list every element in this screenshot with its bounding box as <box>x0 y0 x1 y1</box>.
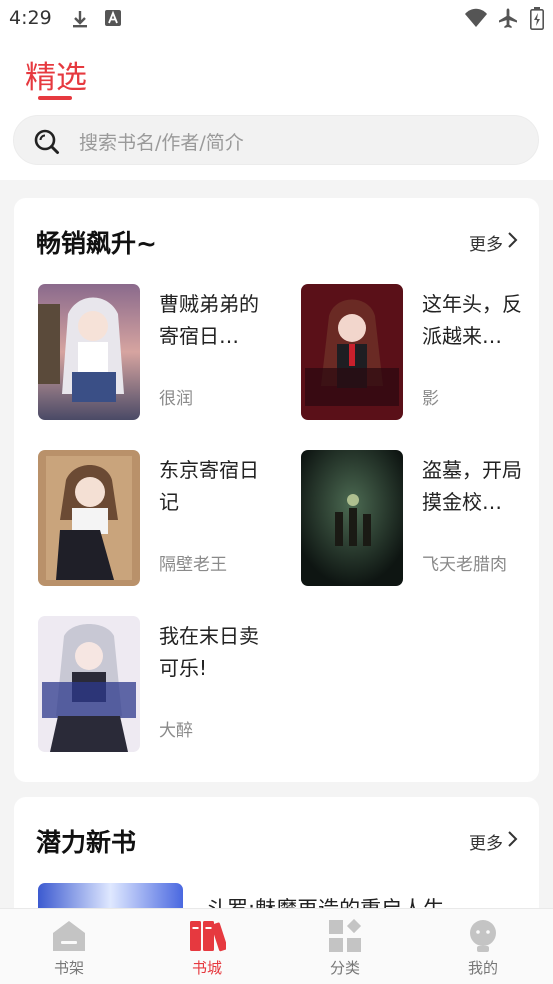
book-author: 大醉 <box>159 721 193 741</box>
book-author: 影 <box>422 389 439 409</box>
nav-label: 我的 <box>467 959 498 977</box>
chevron-right-icon <box>505 231 519 254</box>
book-cover[interactable] <box>38 284 140 420</box>
bookstore-icon <box>188 919 228 957</box>
profile-icon <box>468 919 498 957</box>
tab-featured[interactable]: 精选 <box>25 52 87 97</box>
status-bar: 4:29 <box>0 0 553 38</box>
book-title: 这年头，反派越来… <box>422 292 522 348</box>
chevron-right-icon <box>505 830 519 853</box>
book-title: 东京寄宿日记 <box>159 458 259 514</box>
nav-profile[interactable]: 我的 <box>414 909 552 984</box>
tab-indicator <box>38 96 72 100</box>
book-author: 很润 <box>159 389 193 409</box>
download-icon <box>70 9 90 33</box>
book-item[interactable]: 东京寄宿日记 隔壁老王 <box>38 450 278 586</box>
section-title: 潜力新书 <box>36 828 137 857</box>
book-item[interactable]: 盗墓，开局摸金校… 飞天老腊肉 <box>301 450 541 586</box>
book-item[interactable]: 我在末日卖可乐! 大醉 <box>38 616 278 752</box>
nav-bookstore[interactable]: 书城 <box>138 909 276 984</box>
status-time: 4:29 <box>9 7 52 29</box>
section-title: 畅销飙升~ <box>36 229 157 258</box>
book-cover[interactable] <box>301 450 403 586</box>
header: 精选 搜索书名/作者/简介 <box>0 38 553 180</box>
bottom-navigation: 书架 书城 分类 我的 <box>0 908 553 984</box>
more-label: 更多 <box>469 235 503 255</box>
book-item[interactable]: 曹贼弟弟的寄宿日… 很润 <box>38 284 278 420</box>
book-title: 盗墓，开局摸金校… <box>422 458 522 514</box>
book-cover[interactable] <box>301 284 403 420</box>
airplane-icon <box>497 7 519 33</box>
more-button[interactable]: 更多 <box>469 230 519 255</box>
book-author: 隔壁老王 <box>159 555 227 575</box>
bookshelf-icon <box>51 919 87 957</box>
category-grid-icon <box>328 918 362 957</box>
bestseller-section: 畅销飙升~ 更多 曹贼弟弟的寄宿日… 很润 这年头，反派越来… 影 东京寄宿日记… <box>14 198 539 782</box>
book-cover[interactable] <box>38 616 140 752</box>
text-a-icon <box>104 9 122 31</box>
more-label: 更多 <box>469 834 503 854</box>
nav-label: 分类 <box>329 959 360 977</box>
book-title: 我在末日卖可乐! <box>159 624 259 680</box>
search-input[interactable]: 搜索书名/作者/简介 <box>79 128 244 155</box>
search-bar[interactable]: 搜索书名/作者/简介 <box>13 115 539 165</box>
nav-category[interactable]: 分类 <box>276 909 414 984</box>
nav-label: 书架 <box>53 959 84 977</box>
wifi-icon <box>464 8 488 32</box>
book-author: 飞天老腊肉 <box>422 555 507 575</box>
book-title: 曹贼弟弟的寄宿日… <box>159 292 259 348</box>
more-button[interactable]: 更多 <box>469 829 519 854</box>
battery-charging-icon <box>530 7 544 34</box>
book-item[interactable]: 这年头，反派越来… 影 <box>301 284 541 420</box>
nav-bookshelf[interactable]: 书架 <box>0 909 138 984</box>
search-icon <box>33 128 61 160</box>
book-cover[interactable] <box>38 450 140 586</box>
nav-label: 书城 <box>191 959 222 977</box>
